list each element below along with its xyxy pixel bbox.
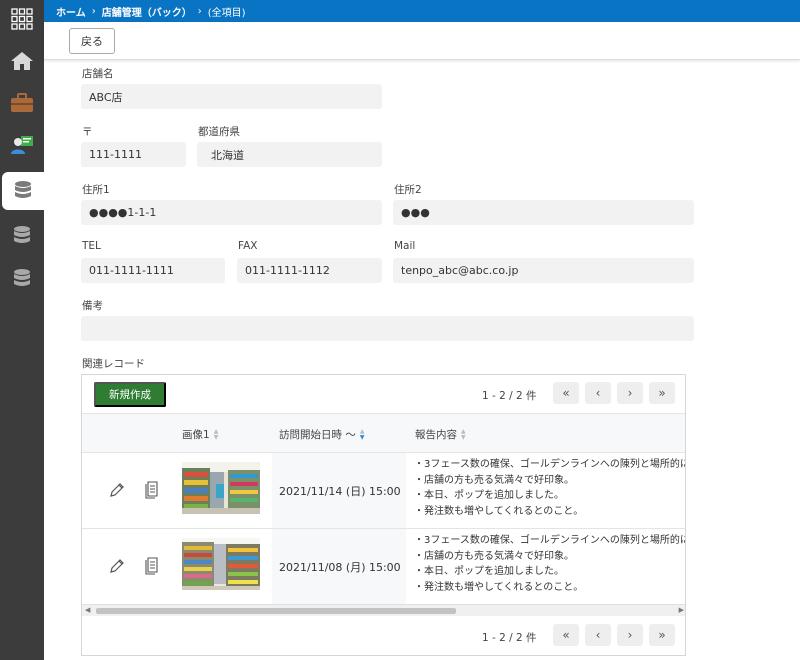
column-header-label: 報告内容: [415, 429, 457, 441]
sidebar: [0, 0, 44, 660]
new-record-button[interactable]: 新規作成: [94, 382, 166, 407]
database-icon[interactable]: [2, 172, 44, 210]
chevron-right-icon[interactable]: ›: [617, 624, 643, 646]
notes-field[interactable]: [81, 316, 694, 341]
report-line: ・店舗の方も売る気満々で好印象。: [414, 474, 574, 486]
apps-grid-icon[interactable]: [0, 0, 44, 38]
column-header-image[interactable]: 画像1 ▲ ▼: [182, 427, 218, 442]
chevron-left-icon[interactable]: ‹: [585, 624, 611, 646]
notes-label: 備考: [82, 300, 103, 312]
breadcrumb-home[interactable]: ホーム: [56, 4, 86, 19]
table-row[interactable]: 2021/11/14 (日) 15:00 ・3フェース数の確保、ゴールデンライン…: [82, 453, 686, 529]
tel-label: TEL: [82, 240, 101, 252]
report-line: ・3フェース数の確保、ゴールデンラインへの陳列と場所的によ: [414, 535, 686, 546]
pager-count: 1 - 2 / 2 件: [482, 632, 537, 644]
table-row[interactable]: 2021/11/08 (月) 15:00 ・3フェース数の確保、ゴールデンライン…: [82, 529, 686, 605]
mail-field[interactable]: tenpo_abc@abc.co.jp: [393, 258, 694, 283]
pager-count: 1 - 2 / 2 件: [482, 390, 537, 402]
address2-field[interactable]: ●●●: [393, 200, 694, 225]
address1-field[interactable]: ●●●●1-1-1: [81, 200, 382, 225]
tel-field[interactable]: 011-1111-1111: [81, 258, 225, 283]
toolbar: 戻る: [44, 22, 800, 60]
related-records-label: 関連レコード: [82, 358, 145, 370]
chevron-first-icon[interactable]: «: [553, 624, 579, 646]
horizontal-scrollbar[interactable]: ◀ ▶: [82, 604, 685, 616]
prefecture-label: 都道府県: [198, 126, 240, 138]
postal-field[interactable]: 111-1111: [81, 142, 186, 167]
report-line: ・発注数も増やしてくれるとのこと。: [414, 505, 584, 517]
edit-pencil-icon[interactable]: [108, 481, 126, 499]
column-header-report[interactable]: 報告内容 ▲ ▼: [415, 427, 466, 442]
scroll-right-icon[interactable]: ▶: [679, 606, 684, 614]
edit-pencil-icon[interactable]: [108, 557, 126, 575]
chevron-last-icon[interactable]: »: [649, 382, 675, 404]
report-line: ・店舗の方も売る気満々で好印象。: [414, 550, 574, 562]
visit-date: 2021/11/14 (日) 15:00: [279, 485, 401, 498]
sort-icon[interactable]: ▲ ▼: [360, 428, 365, 441]
breadcrumb-separator: ›: [197, 5, 202, 17]
store-shelf-photo[interactable]: [182, 538, 260, 590]
address1-label: 住所1: [82, 184, 110, 196]
address2-label: 住所2: [394, 184, 422, 196]
column-header-label: 画像1: [182, 429, 210, 441]
report-line: ・3フェース数の確保、ゴールデンラインへの陳列と場所的によ: [414, 459, 686, 470]
related-records-panel: 新規作成 1 - 2 / 2 件 « ‹ › » 画像1 ▲ ▼ 訪問開始日時 〜…: [81, 374, 686, 656]
database-icon[interactable]: [0, 260, 44, 298]
database-icon[interactable]: [0, 217, 44, 255]
breadcrumb-view: (全項目): [207, 7, 246, 19]
scroll-left-icon[interactable]: ◀: [85, 606, 90, 614]
mail-label: Mail: [394, 240, 416, 252]
report-content: ・3フェース数の確保、ゴールデンラインへの陳列と場所的によ ・店舗の方も売る気満…: [414, 457, 686, 519]
visit-date: 2021/11/08 (月) 15:00: [279, 561, 401, 574]
scrollbar-thumb[interactable]: [96, 608, 456, 614]
report-line: ・本日、ポップを追加しました。: [414, 490, 564, 501]
postal-label: 〒: [82, 126, 93, 138]
prefecture-field[interactable]: 北海道: [197, 142, 382, 167]
back-button[interactable]: 戻る: [69, 28, 115, 54]
breadcrumb-section[interactable]: 店舗管理（バック）: [102, 4, 192, 19]
report-content: ・3フェース数の確保、ゴールデンラインへの陳列と場所的によ ・店舗の方も売る気満…: [414, 533, 686, 595]
sort-icon[interactable]: ▲ ▼: [214, 428, 219, 441]
breadcrumb: ホーム › 店舗管理（バック） › (全項目): [44, 0, 800, 22]
fax-field[interactable]: 011-1111-1112: [237, 258, 382, 283]
document-icon[interactable]: [144, 481, 160, 499]
store-name-label: 店舗名: [82, 68, 114, 80]
chevron-right-icon[interactable]: ›: [617, 382, 643, 404]
column-header-label: 訪問開始日時 〜: [279, 429, 356, 441]
briefcase-icon[interactable]: [0, 84, 44, 122]
home-icon[interactable]: [0, 42, 44, 80]
breadcrumb-separator: ›: [91, 5, 96, 17]
table-header: 画像1 ▲ ▼ 訪問開始日時 〜 ▲ ▼ 報告内容 ▲ ▼: [82, 413, 685, 453]
chevron-left-icon[interactable]: ‹: [585, 382, 611, 404]
sort-icon[interactable]: ▲ ▼: [461, 428, 466, 441]
chevron-first-icon[interactable]: «: [553, 382, 579, 404]
document-icon[interactable]: [144, 557, 160, 575]
user-card-icon[interactable]: [0, 126, 44, 164]
chevron-last-icon[interactable]: »: [649, 624, 675, 646]
report-line: ・本日、ポップを追加しました。: [414, 566, 564, 577]
store-shelf-photo[interactable]: [182, 462, 260, 514]
column-header-visit-date[interactable]: 訪問開始日時 〜 ▲ ▼: [279, 427, 364, 442]
report-line: ・発注数も増やしてくれるとのこと。: [414, 581, 584, 593]
fax-label: FAX: [238, 240, 258, 252]
store-name-field[interactable]: ABC店: [81, 84, 382, 109]
